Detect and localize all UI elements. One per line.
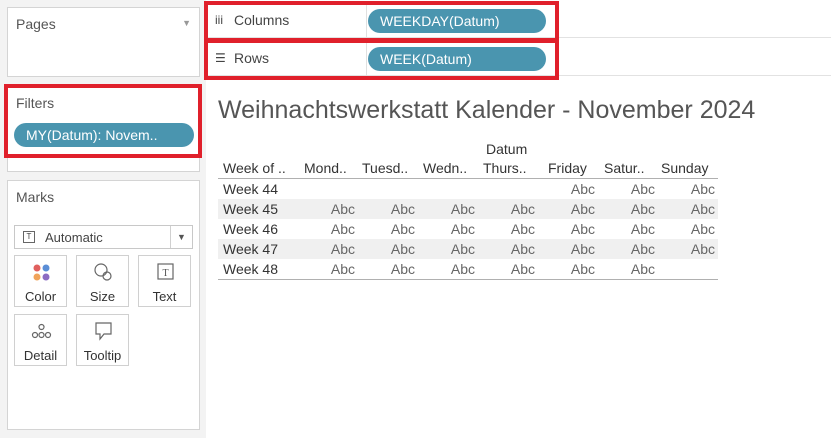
detail-label: Detail <box>23 348 58 363</box>
size-label: Size <box>89 289 116 304</box>
table-cell[interactable]: Abc <box>535 221 595 237</box>
table-cell[interactable]: Abc <box>355 221 415 237</box>
pages-title: Pages <box>16 16 56 32</box>
color-icon <box>33 264 50 281</box>
shelf-divider <box>366 42 367 76</box>
column-header[interactable]: Friday <box>548 160 587 176</box>
mark-type-label: Automatic <box>45 230 103 245</box>
table-cell[interactable]: Abc <box>595 181 655 197</box>
table-cell[interactable]: Abc <box>355 241 415 257</box>
filter-pill-month-datum[interactable]: MY(Datum): Novem.. <box>14 123 194 147</box>
table-row: Week 47 Abc Abc Abc Abc Abc Abc Abc <box>218 239 718 259</box>
table-cell[interactable]: Abc <box>475 261 535 277</box>
detail-button[interactable]: Detail <box>14 314 67 366</box>
color-button[interactable]: Color <box>14 255 67 307</box>
table-cell[interactable]: Abc <box>415 261 475 277</box>
text-label: Text <box>152 289 177 304</box>
table-row: Week 48 Abc Abc Abc Abc Abc Abc <box>218 259 718 279</box>
rows-pill-week-datum[interactable]: WEEK(Datum) <box>368 47 546 71</box>
columns-label: Columns <box>234 12 290 28</box>
table-cell[interactable]: Abc <box>535 181 595 197</box>
columns-pill-weekday-datum[interactable]: WEEKDAY(Datum) <box>368 9 546 33</box>
table-cell[interactable]: Abc <box>535 261 595 277</box>
table-cell[interactable]: Abc <box>355 261 415 277</box>
row-header-label: Week of .. <box>223 160 286 176</box>
table-cell[interactable]: Abc <box>295 261 355 277</box>
column-header[interactable]: Mond.. <box>304 160 347 176</box>
pages-card[interactable]: Pages ▼ <box>7 7 200 77</box>
row-header[interactable]: Week 48 <box>223 261 278 277</box>
table-cell[interactable]: Abc <box>535 241 595 257</box>
mark-type-dropdown[interactable]: T Automatic ▼ <box>14 225 193 249</box>
worksheet-title: Weihnachtswerkstatt Kalender - November … <box>218 96 756 124</box>
table-cell[interactable]: Abc <box>655 241 715 257</box>
table-cell[interactable]: Abc <box>595 261 655 277</box>
filters-title: Filters <box>16 95 55 111</box>
table-row: Week 45 Abc Abc Abc Abc Abc Abc Abc <box>218 199 718 219</box>
table-cell[interactable]: Abc <box>355 201 415 217</box>
column-header[interactable]: Tuesd.. <box>362 160 408 176</box>
table-cell[interactable]: Abc <box>595 221 655 237</box>
row-header[interactable]: Week 45 <box>223 201 278 217</box>
tooltip-icon <box>95 322 112 341</box>
table-cell[interactable]: Abc <box>415 201 475 217</box>
table-cell[interactable]: Abc <box>535 201 595 217</box>
table-cell[interactable]: Abc <box>475 241 535 257</box>
table-cell[interactable]: Abc <box>415 221 475 237</box>
table-cell[interactable]: Abc <box>655 181 715 197</box>
text-icon: T <box>157 263 174 280</box>
table-cell[interactable]: Abc <box>475 221 535 237</box>
chevron-down-icon[interactable]: ▼ <box>182 18 191 28</box>
rows-label: Rows <box>234 50 270 66</box>
size-button[interactable]: Size <box>76 255 129 307</box>
detail-icon <box>31 323 52 339</box>
columns-shelf[interactable]: iii Columns WEEKDAY(Datum) <box>206 4 831 38</box>
columns-icon: iii <box>215 13 223 27</box>
color-label: Color <box>24 289 57 304</box>
table-bottom-divider <box>218 279 718 280</box>
marks-title: Marks <box>16 189 55 205</box>
table-cell[interactable]: Abc <box>295 221 355 237</box>
table-cell[interactable]: Abc <box>655 221 715 237</box>
table-cell[interactable]: Abc <box>475 201 535 217</box>
marks-card: Marks T Automatic ▼ Color Size T Text De… <box>7 180 200 430</box>
table-row: Week 44 Abc Abc Abc <box>218 179 718 199</box>
tableau-workspace: Pages ▼ Filters MY(Datum): Novem.. Marks… <box>0 0 831 438</box>
text-button[interactable]: T Text <box>138 255 191 307</box>
dropdown-arrow-icon[interactable]: ▼ <box>170 226 192 248</box>
shelf-divider <box>366 4 367 38</box>
table-cell[interactable]: Abc <box>655 201 715 217</box>
svg-text:T: T <box>162 268 168 279</box>
column-header[interactable]: Satur.. <box>604 160 644 176</box>
tooltip-label: Tooltip <box>83 348 122 363</box>
column-header[interactable]: Wedn.. <box>423 160 467 176</box>
row-header[interactable]: Week 44 <box>223 181 278 197</box>
column-field-title: Datum <box>486 141 528 157</box>
table-row: Week 46 Abc Abc Abc Abc Abc Abc Abc <box>218 219 718 239</box>
size-icon <box>94 263 112 281</box>
tooltip-button[interactable]: Tooltip <box>76 314 129 366</box>
column-headers: Week of .. Mond.. Tuesd.. Wedn.. Thurs..… <box>218 160 718 179</box>
table-cell[interactable]: Abc <box>295 201 355 217</box>
table-cell[interactable]: Abc <box>595 201 655 217</box>
text-mark-icon: T <box>23 231 35 243</box>
rows-icon: ☰ <box>215 51 226 65</box>
filters-card[interactable]: Filters MY(Datum): Novem.. <box>7 86 200 172</box>
column-header[interactable]: Sunday <box>661 160 708 176</box>
rows-shelf[interactable]: ☰ Rows WEEK(Datum) <box>206 42 831 76</box>
table-cell[interactable]: Abc <box>415 241 475 257</box>
table-cell[interactable]: Abc <box>595 241 655 257</box>
table-cell[interactable]: Abc <box>295 241 355 257</box>
row-header[interactable]: Week 46 <box>223 221 278 237</box>
row-header[interactable]: Week 47 <box>223 241 278 257</box>
column-header[interactable]: Thurs.. <box>483 160 527 176</box>
